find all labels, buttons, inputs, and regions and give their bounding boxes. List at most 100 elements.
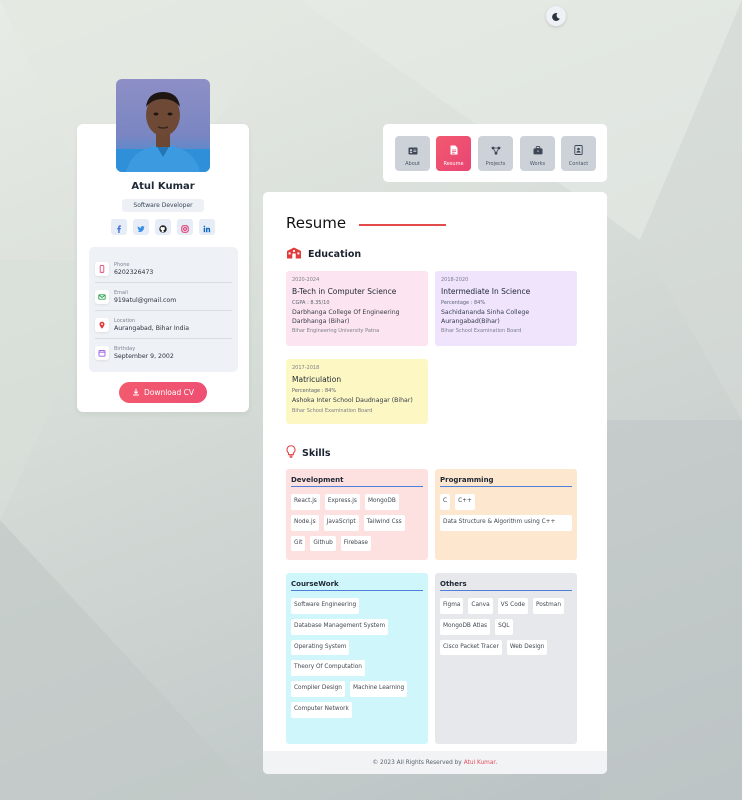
github-link[interactable]	[155, 219, 171, 235]
skill-tag: Operating System	[291, 639, 350, 656]
page-title: Resume	[286, 214, 347, 232]
skill-tags: Software Engineering Database Management …	[291, 598, 423, 718]
education-heading-label: Education	[308, 249, 362, 260]
skill-card-title: Others	[440, 580, 572, 591]
tab-works[interactable]: Works	[520, 136, 555, 171]
skill-tag: VS Code	[497, 598, 529, 614]
facebook-link[interactable]	[111, 219, 127, 235]
skill-card-development: Development React.js Express.js MongoDB Nod…	[286, 469, 428, 560]
edu-years: 2018-2020	[441, 277, 469, 283]
email-label: Email	[114, 289, 128, 296]
document-icon	[450, 140, 458, 159]
twitter-link[interactable]	[133, 219, 149, 235]
school-icon	[286, 247, 302, 262]
contact-icon	[574, 140, 583, 159]
edu-years: 2020-2024	[292, 277, 320, 283]
tab-about-label: About	[405, 161, 420, 167]
skill-tag: C	[440, 494, 451, 510]
theme-toggle-button[interactable]	[546, 6, 566, 26]
footer-author-link[interactable]: Atul Kumar	[464, 760, 496, 766]
skill-tag: Web Design	[506, 639, 548, 656]
tab-resume[interactable]: Resume	[436, 136, 471, 171]
instagram-link[interactable]	[177, 219, 193, 235]
skill-tag: React.js	[291, 494, 320, 510]
skill-tag: Computer Network	[291, 702, 352, 718]
birthday-value: September 9, 2002	[114, 353, 174, 360]
phone-label: Phone	[114, 261, 130, 268]
tab-contact[interactable]: Contact	[561, 136, 596, 171]
edu-title: Intermediate In Science	[441, 287, 531, 296]
skill-tags: React.js Express.js MongoDB Node.js JavaScri…	[291, 494, 423, 552]
tab-projects-label: Projects	[485, 161, 506, 167]
lightbulb-icon	[286, 445, 296, 461]
contact-info-box: Phone 6202326473 Email 919atul@gmail.com L…	[89, 247, 238, 372]
birthday-label: Birthday	[114, 346, 136, 352]
tab-resume-label: Resume	[443, 161, 464, 167]
edu-institute: Darbhanga College Of Engineering Darbhan…	[292, 309, 400, 325]
projects-icon	[491, 140, 501, 159]
education-card: 2018-2020 Intermediate In Science Percen…	[435, 271, 577, 346]
section-nav: About Resume Projects Works Contact	[383, 124, 607, 182]
skill-tag: Figma	[440, 598, 464, 614]
phone-value: 6202326473	[114, 268, 154, 276]
skill-tag: Git	[291, 535, 306, 552]
edu-board: Bihar Engineering University Patna	[292, 328, 380, 335]
location-value: Aurangabad, Bihar India	[114, 324, 190, 332]
title-underline	[359, 224, 446, 226]
edu-title: Matriculation	[292, 375, 342, 384]
linkedin-link[interactable]	[199, 219, 215, 235]
profile-name: Atul Kumar	[131, 181, 195, 192]
skill-tag: Express.js	[324, 494, 360, 510]
edu-institute: Ashoka Inter School Daudnagar (Bihar)	[292, 397, 413, 404]
id-card-icon	[408, 140, 418, 159]
skill-tag: Tailwind Css	[363, 514, 405, 531]
skill-tag: Canva	[468, 598, 493, 614]
location-label: Location	[114, 317, 136, 324]
moon-icon	[551, 7, 561, 26]
skill-tags: C C++ Data Structure & Algorithm using C++	[440, 494, 572, 531]
skill-card-title: Development	[291, 476, 423, 487]
instagram-icon	[181, 218, 189, 237]
skill-card-title: Programming	[440, 476, 572, 487]
edu-institute: Sachidananda Sinha College Aurangabad(Bi…	[441, 309, 530, 325]
skill-tag: SQL	[495, 618, 513, 635]
skill-tag: Software Engineering	[291, 598, 360, 614]
tab-about[interactable]: About	[395, 136, 430, 171]
edu-grade: CGPA : 8.35/10	[292, 300, 330, 306]
skills-heading-label: Skills	[302, 447, 331, 459]
footer-text: © 2023 All Rights Reserved by	[372, 759, 462, 766]
skill-tag: Theory Of Computation	[291, 660, 365, 677]
skill-tag: MongoDB	[364, 494, 399, 510]
edu-board: Bihar School Examination Board	[441, 328, 522, 335]
skill-tag: Data Structure & Algorithm using C++	[440, 514, 572, 531]
skill-card-coursework: CourseWork Software Engineering Database …	[286, 573, 428, 744]
education-card: 2020-2024 B-Tech in Computer Science CGP…	[286, 271, 428, 346]
tab-projects[interactable]: Projects	[478, 136, 513, 171]
phone-icon	[95, 261, 109, 276]
download-cv-button[interactable]: Download CV	[119, 382, 207, 403]
edu-grade: Percentage : 84%	[441, 300, 486, 306]
skill-tag: MongoDB Atlas	[440, 618, 491, 635]
location-icon	[95, 317, 109, 332]
skill-tag: JavaScript	[323, 514, 359, 531]
edu-years: 2017-2018	[292, 365, 320, 371]
skill-tag: Node.js	[291, 514, 319, 531]
linkedin-icon	[203, 218, 211, 237]
skill-tag: Compiler Design	[291, 681, 345, 698]
skill-card-title: CourseWork	[291, 580, 423, 591]
skill-tag: Cisco Packet Tracer	[440, 639, 502, 656]
education-heading: Education	[286, 247, 361, 262]
download-icon	[132, 388, 140, 398]
tab-works-label: Works	[529, 161, 546, 167]
skill-tag: Github	[310, 535, 336, 552]
github-icon	[159, 218, 167, 237]
contact-phone: Phone 6202326473	[95, 255, 232, 283]
edu-title: B-Tech in Computer Science	[292, 287, 397, 296]
skill-card-others: Others Figma Canva VS Code Postman MongoDB A…	[435, 573, 577, 744]
skills-heading: Skills	[286, 445, 331, 461]
contact-birthday: Birthday September 9, 2002	[95, 339, 232, 367]
email-value[interactable]: 919atul@gmail.com	[114, 297, 176, 304]
avatar	[116, 79, 210, 172]
download-cv-label: Download CV	[143, 388, 195, 397]
twitter-icon	[137, 218, 145, 237]
